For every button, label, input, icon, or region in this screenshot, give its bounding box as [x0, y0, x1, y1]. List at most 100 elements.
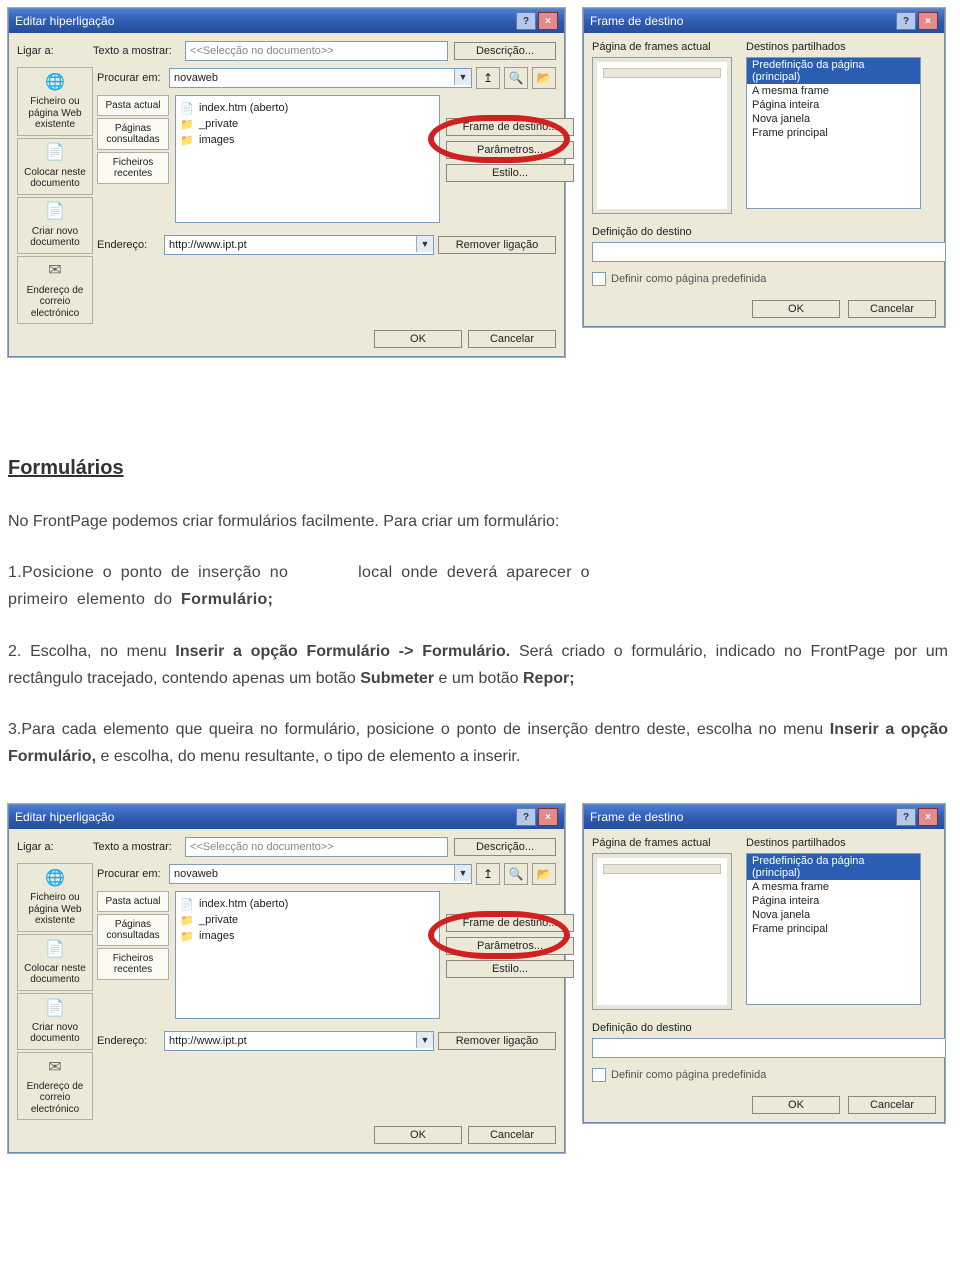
- description-button[interactable]: Descrição...: [454, 838, 556, 856]
- sidebar-new-document[interactable]: 📄 Criar novo documento: [17, 993, 93, 1050]
- sidebar-email[interactable]: ✉ Endereço de correio electrónico: [17, 1052, 93, 1121]
- tab-recent-files[interactable]: Ficheiros recentes: [97, 948, 169, 980]
- parameters-button[interactable]: Parâmetros...: [446, 937, 574, 955]
- help-icon[interactable]: ?: [516, 808, 536, 826]
- sidebar-existing-file[interactable]: 🌐 Ficheiro ou página Web existente: [17, 67, 93, 136]
- search-in-combo[interactable]: novaweb ▼: [169, 864, 472, 884]
- definition-input[interactable]: [592, 242, 946, 262]
- browse-files-icon[interactable]: 📂: [532, 67, 556, 89]
- close-icon[interactable]: ×: [918, 12, 938, 30]
- text-to-show-input[interactable]: <<Selecção no documento>>: [185, 837, 448, 857]
- address-input[interactable]: http://www.ipt.pt ▼: [164, 1031, 434, 1051]
- tab-current-folder[interactable]: Pasta actual: [97, 95, 169, 116]
- help-icon[interactable]: ?: [896, 808, 916, 826]
- cancel-button[interactable]: Cancelar: [468, 330, 556, 348]
- current-frames-label: Página de frames actual: [592, 41, 732, 53]
- help-icon[interactable]: ?: [896, 12, 916, 30]
- sidebar-item-label: Endereço de correio electrónico: [20, 1081, 90, 1116]
- style-button[interactable]: Estilo...: [446, 960, 574, 978]
- tab-recent-files[interactable]: Ficheiros recentes: [97, 152, 169, 184]
- file-row[interactable]: 📄 index.htm (aberto): [180, 896, 435, 912]
- destination-item[interactable]: Predefinição da página (principal): [747, 58, 920, 84]
- destination-item[interactable]: Nova janela: [747, 112, 920, 126]
- globe-icon: 🌐: [44, 72, 66, 94]
- file-row[interactable]: 📁 images: [180, 928, 435, 944]
- dialog-titlebar: Frame de destino ? ×: [584, 805, 944, 829]
- file-row[interactable]: 📁 _private: [180, 912, 435, 928]
- paragraph: 2. Escolha, no menu Inserir a opção Form…: [8, 638, 948, 692]
- destination-item[interactable]: A mesma frame: [747, 84, 920, 98]
- target-frame-button[interactable]: Frame de destino...: [446, 914, 574, 932]
- close-icon[interactable]: ×: [538, 808, 558, 826]
- browse-web-icon[interactable]: 🔍: [504, 67, 528, 89]
- address-input[interactable]: http://www.ipt.pt ▼: [164, 235, 434, 255]
- file-list[interactable]: 📄 index.htm (aberto) 📁 _private 📁 image: [175, 891, 440, 1019]
- file-list[interactable]: 📄 index.htm (aberto) 📁 _private 📁 image: [175, 95, 440, 223]
- ok-button[interactable]: OK: [374, 1126, 462, 1144]
- browse-web-icon[interactable]: 🔍: [504, 863, 528, 885]
- tab-browsed-pages[interactable]: Páginas consultadas: [97, 914, 169, 946]
- ok-button[interactable]: OK: [374, 330, 462, 348]
- description-button[interactable]: Descrição...: [454, 42, 556, 60]
- sidebar-this-document[interactable]: 📄 Colocar neste documento: [17, 138, 93, 195]
- destinations-list[interactable]: Predefinição da página (principal) A mes…: [746, 853, 921, 1005]
- address-label: Endereço:: [97, 239, 160, 251]
- target-frame-button[interactable]: Frame de destino...: [446, 118, 574, 136]
- cancel-button[interactable]: Cancelar: [848, 1096, 936, 1114]
- destination-item[interactable]: Nova janela: [747, 908, 920, 922]
- sidebar-email[interactable]: ✉ Endereço de correio electrónico: [17, 256, 93, 325]
- default-page-checkbox[interactable]: [592, 1068, 606, 1082]
- tab-browsed-pages[interactable]: Páginas consultadas: [97, 118, 169, 150]
- close-icon[interactable]: ×: [918, 808, 938, 826]
- search-in-combo[interactable]: novaweb ▼: [169, 68, 472, 88]
- destinations-list[interactable]: Predefinição da página (principal) A mes…: [746, 57, 921, 209]
- tab-current-folder[interactable]: Pasta actual: [97, 891, 169, 912]
- destination-item[interactable]: Página inteira: [747, 98, 920, 112]
- chevron-down-icon[interactable]: ▼: [416, 1032, 433, 1048]
- folder-icon: 📁: [180, 913, 194, 927]
- style-button[interactable]: Estilo...: [446, 164, 574, 182]
- dialog-titlebar: Frame de destino ? ×: [584, 9, 944, 33]
- destination-item[interactable]: Predefinição da página (principal): [747, 854, 920, 880]
- cancel-button[interactable]: Cancelar: [468, 1126, 556, 1144]
- file-row[interactable]: 📁 _private: [180, 116, 435, 132]
- destination-item[interactable]: Página inteira: [747, 894, 920, 908]
- cancel-button[interactable]: Cancelar: [848, 300, 936, 318]
- file-row[interactable]: 📄 index.htm (aberto): [180, 100, 435, 116]
- up-folder-icon[interactable]: ↥: [476, 67, 500, 89]
- default-page-checkbox-label: Definir como página predefinida: [611, 1069, 766, 1081]
- destination-item[interactable]: Frame principal: [747, 126, 920, 140]
- remove-link-button[interactable]: Remover ligação: [438, 236, 556, 254]
- ok-button[interactable]: OK: [752, 1096, 840, 1114]
- destination-item[interactable]: Frame principal: [747, 922, 920, 936]
- sidebar-this-document[interactable]: 📄 Colocar neste documento: [17, 934, 93, 991]
- file-row[interactable]: 📁 images: [180, 132, 435, 148]
- help-icon[interactable]: ?: [516, 12, 536, 30]
- browse-files-icon[interactable]: 📂: [532, 863, 556, 885]
- text-to-show-label: Texto a mostrar:: [93, 841, 179, 853]
- definition-input[interactable]: [592, 1038, 946, 1058]
- destination-item[interactable]: A mesma frame: [747, 880, 920, 894]
- chevron-down-icon[interactable]: ▼: [454, 69, 471, 85]
- chevron-down-icon[interactable]: ▼: [454, 865, 471, 881]
- edit-hyperlink-dialog: Editar hiperligação ? × Ligar a: Texto a…: [8, 804, 565, 1153]
- text-to-show-input[interactable]: <<Selecção no documento>>: [185, 41, 448, 61]
- paragraph-bold: Formulário;: [181, 591, 273, 608]
- page-icon: 📄: [180, 101, 194, 115]
- search-in-value: novaweb: [174, 868, 218, 880]
- chevron-down-icon[interactable]: ▼: [416, 236, 433, 252]
- sidebar-new-document[interactable]: 📄 Criar novo documento: [17, 197, 93, 254]
- up-folder-icon[interactable]: ↥: [476, 863, 500, 885]
- sidebar-existing-file[interactable]: 🌐 Ficheiro ou página Web existente: [17, 863, 93, 932]
- default-page-checkbox-label: Definir como página predefinida: [611, 273, 766, 285]
- sidebar-item-label: Criar novo documento: [20, 226, 90, 249]
- parameters-button[interactable]: Parâmetros...: [446, 141, 574, 159]
- globe-icon: 🌐: [44, 868, 66, 890]
- file-name: images: [199, 930, 234, 942]
- default-page-checkbox[interactable]: [592, 272, 606, 286]
- dialog-titlebar: Editar hiperligação ? ×: [9, 805, 564, 829]
- close-icon[interactable]: ×: [538, 12, 558, 30]
- paragraph-text: 2. Escolha, no menu: [8, 643, 175, 660]
- ok-button[interactable]: OK: [752, 300, 840, 318]
- remove-link-button[interactable]: Remover ligação: [438, 1032, 556, 1050]
